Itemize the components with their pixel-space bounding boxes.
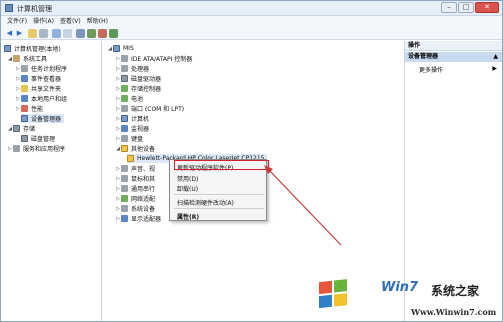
menu-view[interactable]: 查看(V) <box>60 16 81 27</box>
device-category-network[interactable]: ▷ 网络适配 <box>115 194 155 203</box>
device-category-disk-drives[interactable]: ▷ 磁盘驱动器 <box>115 74 161 83</box>
scan-hardware-icon[interactable] <box>76 29 85 38</box>
watermark-brand: Win7 <box>381 280 419 295</box>
menu-help[interactable]: 帮助(H) <box>87 16 108 27</box>
annotation-arrow <box>264 165 342 246</box>
navigation-tree: 计算机管理(本地) ◢ 系统工具 ▷ 任务计划程序 ▷ 事件查看器 ▷ 共享文件… <box>1 41 102 321</box>
menu-disable[interactable]: 禁用(D) <box>177 174 198 183</box>
tree-item-event-viewer[interactable]: ▷ 事件查看器 <box>15 74 61 83</box>
storage-icon <box>13 125 20 132</box>
device-category-system[interactable]: ▷ 系统设备 <box>115 204 155 213</box>
device-category-computer[interactable]: ▷ 计算机 <box>115 114 149 123</box>
enable-device-icon[interactable] <box>109 29 118 38</box>
tree-item-device-manager[interactable]: 设备管理器 <box>21 114 65 123</box>
computer-icon <box>4 45 11 52</box>
menu-properties[interactable]: 属性(R) <box>177 212 199 221</box>
device-category-battery[interactable]: ▷ 电池 <box>115 94 143 103</box>
chevron-right-icon[interactable]: ▶ <box>492 65 497 72</box>
device-category-keyboards[interactable]: ▷ 键盘 <box>115 134 143 143</box>
keyboard-icon <box>121 135 128 142</box>
menu-separator <box>174 208 264 209</box>
ide-icon <box>121 55 128 62</box>
device-category-display[interactable]: ▷ 显示适配器 <box>115 214 161 223</box>
uninstall-icon[interactable] <box>98 29 107 38</box>
tree-item-services-apps[interactable]: ▷ 服务和应用程序 <box>7 144 65 153</box>
window-title: 计算机管理 <box>17 5 52 13</box>
monitor-icon <box>121 125 128 132</box>
forward-icon[interactable]: ▶ <box>15 29 24 38</box>
event-icon <box>21 75 28 82</box>
device-manager-icon <box>21 115 28 122</box>
collapse-up-icon[interactable]: ▲ <box>493 52 498 62</box>
device-category-ports[interactable]: ▷ 端口 (COM 和 LPT) <box>115 104 184 113</box>
device-category-other-devices[interactable]: ◢ 其他设备 <box>115 144 155 153</box>
tree-item-storage[interactable]: ◢ 存储 <box>7 124 35 133</box>
toolbar: ◀ ▶ <box>1 27 502 40</box>
network-icon <box>121 195 128 202</box>
display-icon <box>121 215 128 222</box>
close-button[interactable]: ✕ <box>475 2 499 13</box>
device-category-mice[interactable]: ▷ 鼠标和其 <box>115 174 155 183</box>
folder-up-icon[interactable] <box>28 29 37 38</box>
menu-bar: 文件(F) 操作(A) 查看(V) 帮助(H) <box>1 16 502 27</box>
actions-section-label: 设备管理器 <box>408 53 439 60</box>
battery-icon <box>121 95 128 102</box>
warning-device-icon <box>127 155 134 162</box>
tree-item-shared-folders[interactable]: ▷ 共享文件夹 <box>15 84 61 93</box>
performance-icon <box>21 105 28 112</box>
mouse-icon <box>121 175 128 182</box>
show-hide-tree-icon[interactable] <box>39 29 48 38</box>
storage-controller-icon <box>121 85 128 92</box>
menu-file[interactable]: 文件(F) <box>7 16 27 27</box>
watermark-site: Www.Winwin7.com <box>411 307 497 317</box>
device-category-sound[interactable]: ▷ 声音、视 <box>115 164 155 173</box>
update-driver-highlight-box <box>174 160 269 170</box>
watermark-brand-cn: 系统之家 <box>431 284 480 298</box>
disk-icon <box>21 135 28 142</box>
more-actions[interactable]: 更多操作 <box>419 65 443 74</box>
users-icon <box>21 95 28 102</box>
device-category-storage-controllers[interactable]: ▷ 存储控制器 <box>115 84 161 93</box>
maximize-button[interactable]: □ <box>458 2 474 13</box>
tree-item-disk-management[interactable]: 磁盘管理 <box>21 134 55 143</box>
tree-item-task-scheduler[interactable]: ▷ 任务计划程序 <box>15 64 67 73</box>
computer-icon <box>113 45 120 52</box>
update-driver-icon[interactable] <box>87 29 96 38</box>
actions-header: 操作 <box>405 41 502 51</box>
properties-icon[interactable] <box>52 29 61 38</box>
menu-separator <box>174 194 264 195</box>
system-icon <box>121 205 128 212</box>
cpu-icon <box>121 65 128 72</box>
tree-item-computer-management[interactable]: 计算机管理(本地) <box>4 44 61 53</box>
other-devices-icon <box>121 145 128 152</box>
menu-scan-hardware[interactable]: 扫描检测硬件改动(A) <box>177 198 234 207</box>
disk-icon <box>121 75 128 82</box>
minimize-button[interactable]: – <box>441 2 457 13</box>
tree-item-performance[interactable]: ▷ 性能 <box>15 104 43 113</box>
actions-section-device-manager[interactable]: 设备管理器 ▲ <box>405 52 502 62</box>
device-category-processor[interactable]: ▷ 处理器 <box>115 64 149 73</box>
usb-icon <box>121 185 128 192</box>
computer-icon <box>121 115 128 122</box>
title-bar: 计算机管理 – □ ✕ <box>1 1 502 16</box>
computer-management-window: 计算机管理 – □ ✕ 文件(F) 操作(A) 查看(V) 帮助(H) ◀ ▶ … <box>0 0 503 322</box>
device-category-ide[interactable]: ▷ IDE ATA/ATAPI 控制器 <box>115 54 192 63</box>
sound-icon <box>121 165 128 172</box>
device-root-mis[interactable]: ◢ MIS <box>107 44 134 53</box>
services-icon <box>13 145 20 152</box>
device-category-monitors[interactable]: ▷ 监视器 <box>115 124 149 133</box>
back-icon[interactable]: ◀ <box>5 29 14 38</box>
menu-uninstall[interactable]: 卸载(U) <box>177 184 198 193</box>
clock-icon <box>21 65 28 72</box>
computer-management-icon <box>5 4 13 12</box>
tools-icon <box>13 55 20 62</box>
tree-item-local-users[interactable]: ▷ 本地用户和组 <box>15 94 67 103</box>
folder-icon <box>21 85 28 92</box>
device-category-usb[interactable]: ▷ 通用串行 <box>115 184 155 193</box>
window-controls: – □ ✕ <box>441 2 499 14</box>
port-icon <box>121 105 128 112</box>
help-icon[interactable] <box>63 29 72 38</box>
menu-action[interactable]: 操作(A) <box>33 16 54 27</box>
tree-item-system-tools[interactable]: ◢ 系统工具 <box>7 54 47 63</box>
